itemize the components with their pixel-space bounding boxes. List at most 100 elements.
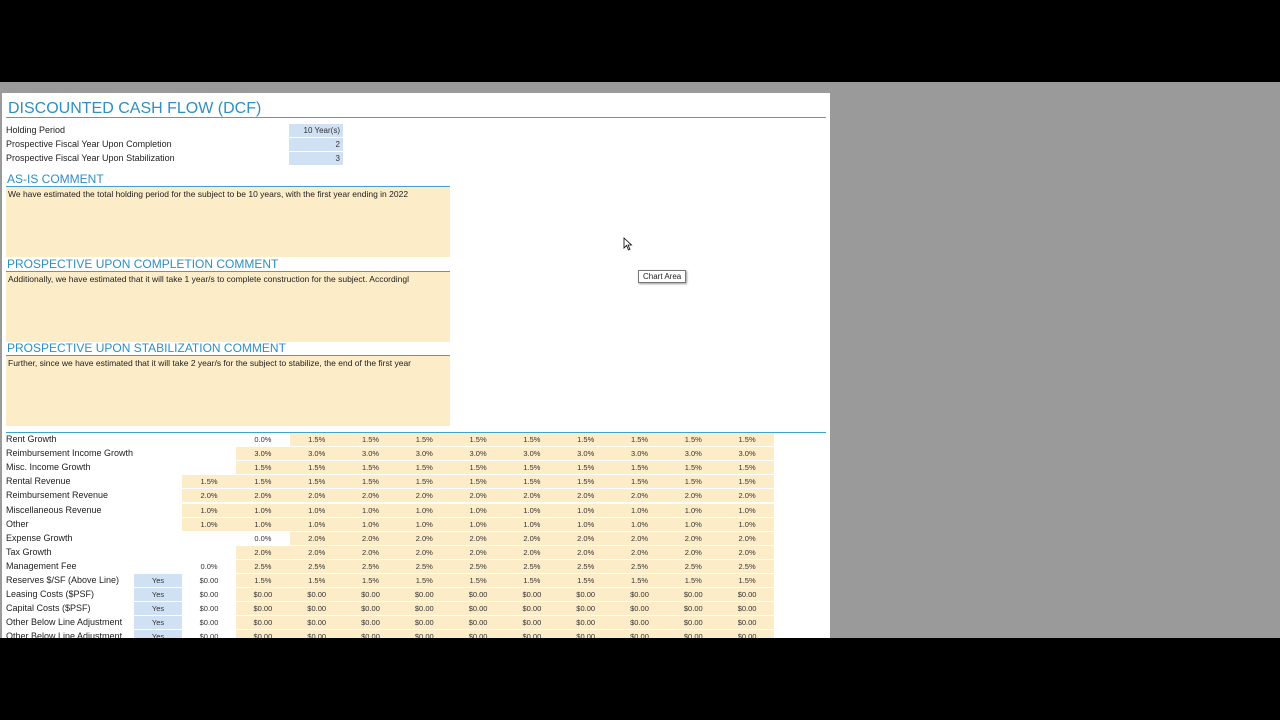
table-value-cell[interactable]: $0.00 [451,616,505,630]
table-value-cell[interactable]: 1.0% [505,503,559,517]
table-value-cell[interactable]: $0.00 [558,588,613,602]
table-value-cell[interactable]: $0.00 [612,588,667,602]
table-value-cell[interactable]: 1.5% [612,461,667,475]
table-value-cell[interactable]: 3.0% [720,447,774,461]
table-value-cell[interactable]: 1.5% [451,574,505,587]
table-value-cell[interactable]: $0.00 [343,630,398,638]
table-value-cell[interactable]: 3.0% [505,447,559,461]
table-value-cell[interactable]: 1.0% [289,517,344,531]
completion-comment-box[interactable]: Additionally, we have estimated that it … [6,272,450,342]
table-value-cell[interactable]: 2.0% [289,489,344,503]
table-value-cell[interactable]: 2.0% [612,545,667,559]
table-base-cell[interactable]: 1.0% [182,517,236,531]
table-value-cell[interactable]: 1.0% [666,517,721,531]
table-value-cell[interactable]: 1.5% [505,433,559,446]
table-value-cell[interactable]: 1.0% [451,503,505,517]
table-value-cell[interactable]: 1.0% [397,503,452,517]
table-value-cell[interactable]: 1.5% [558,433,613,446]
table-flag-cell[interactable]: Yes [134,616,182,630]
table-value-cell[interactable]: $0.00 [236,630,290,638]
table-value-cell[interactable]: 1.0% [612,517,667,531]
table-value-cell[interactable]: 1.5% [289,475,344,489]
table-value-cell[interactable]: 3.0% [289,447,344,461]
table-value-cell[interactable]: $0.00 [397,588,452,602]
table-value-cell[interactable]: 2.0% [397,545,452,559]
table-value-cell[interactable]: $0.00 [720,616,774,630]
table-base-cell[interactable]: $0.00 [182,630,236,638]
table-value-cell[interactable]: 1.0% [720,503,774,517]
table-flag-cell[interactable]: Yes [134,630,182,638]
table-value-cell[interactable]: 2.0% [612,489,667,503]
holding-period-input[interactable]: 10 Year(s) [289,124,343,137]
table-value-cell[interactable]: $0.00 [505,616,559,630]
table-value-cell[interactable]: 1.5% [397,574,452,587]
table-value-cell[interactable]: 2.0% [343,545,398,559]
table-value-cell[interactable]: $0.00 [451,602,505,616]
table-value-cell[interactable]: 1.5% [451,433,505,446]
table-value-cell[interactable]: 1.5% [720,574,774,587]
table-value-cell[interactable]: $0.00 [558,630,613,638]
table-base-cell[interactable]: $0.00 [182,574,236,587]
table-value-cell[interactable]: 1.5% [236,475,290,489]
table-value-cell[interactable]: 2.5% [236,559,290,573]
fiscal-year-stabilization-input[interactable]: 3 [289,152,343,165]
table-value-cell[interactable]: 1.5% [343,475,398,489]
table-value-cell[interactable]: 2.0% [720,531,774,545]
as-is-comment-box[interactable]: We have estimated the total holding peri… [6,187,450,257]
table-base-cell[interactable]: $0.00 [182,588,236,601]
table-value-cell[interactable]: $0.00 [451,588,505,602]
table-value-cell[interactable]: 1.5% [289,461,344,475]
table-value-cell[interactable]: 2.0% [666,531,721,545]
table-value-cell[interactable]: $0.00 [289,602,344,616]
table-value-cell[interactable]: $0.00 [558,616,613,630]
table-value-cell[interactable]: 1.0% [343,517,398,531]
spreadsheet-sheet[interactable]: DISCOUNTED CASH FLOW (DCF) Holding Perio… [2,93,830,638]
table-value-cell[interactable]: 2.0% [720,489,774,503]
table-value-cell[interactable]: $0.00 [666,602,721,616]
table-value-cell[interactable]: 1.5% [289,574,344,587]
table-value-cell[interactable]: 2.0% [505,531,559,545]
table-base-cell[interactable]: $0.00 [182,616,236,629]
table-base-cell[interactable]: 2.0% [182,489,236,503]
table-value-cell[interactable]: 1.5% [236,461,290,475]
table-value-cell[interactable]: 1.5% [612,574,667,587]
table-value-cell[interactable]: 1.5% [397,461,452,475]
table-value-cell[interactable]: 1.5% [505,574,559,587]
table-value-cell[interactable]: 2.0% [343,489,398,503]
table-flag-cell[interactable]: Yes [134,602,182,616]
table-value-cell[interactable]: $0.00 [666,630,721,638]
table-value-cell[interactable]: 1.0% [558,517,613,531]
table-value-cell[interactable]: $0.00 [720,602,774,616]
table-value-cell[interactable]: 1.5% [666,433,721,446]
table-flag-cell[interactable]: Yes [134,574,182,587]
table-value-cell[interactable]: 2.0% [505,545,559,559]
table-value-cell[interactable]: $0.00 [505,630,559,638]
table-value-cell[interactable]: 2.0% [666,489,721,503]
table-value-cell[interactable]: 1.0% [505,517,559,531]
table-value-cell[interactable]: $0.00 [558,602,613,616]
table-value-cell[interactable]: 1.0% [397,517,452,531]
table-value-cell[interactable]: 1.5% [612,433,667,446]
table-value-cell[interactable]: $0.00 [666,588,721,602]
table-value-cell[interactable]: 1.0% [236,517,290,531]
table-value-cell[interactable]: 1.0% [289,503,344,517]
table-value-cell[interactable]: 3.0% [612,447,667,461]
table-value-cell[interactable]: 0.0% [236,532,290,545]
table-value-cell[interactable]: 1.5% [558,461,613,475]
table-value-cell[interactable]: 1.0% [666,503,721,517]
table-value-cell[interactable]: 1.5% [505,475,559,489]
table-value-cell[interactable]: 1.5% [343,433,398,446]
table-value-cell[interactable]: $0.00 [666,616,721,630]
table-value-cell[interactable]: $0.00 [612,616,667,630]
table-value-cell[interactable]: 2.0% [343,531,398,545]
table-value-cell[interactable]: $0.00 [236,602,290,616]
table-value-cell[interactable]: $0.00 [289,630,344,638]
table-value-cell[interactable]: $0.00 [236,588,290,602]
table-value-cell[interactable]: $0.00 [343,602,398,616]
table-value-cell[interactable]: 2.0% [236,545,290,559]
table-value-cell[interactable]: 1.5% [397,475,452,489]
table-value-cell[interactable]: 2.5% [666,559,721,573]
table-value-cell[interactable]: 1.5% [451,475,505,489]
table-value-cell[interactable]: 2.0% [666,545,721,559]
table-value-cell[interactable]: 1.0% [720,517,774,531]
